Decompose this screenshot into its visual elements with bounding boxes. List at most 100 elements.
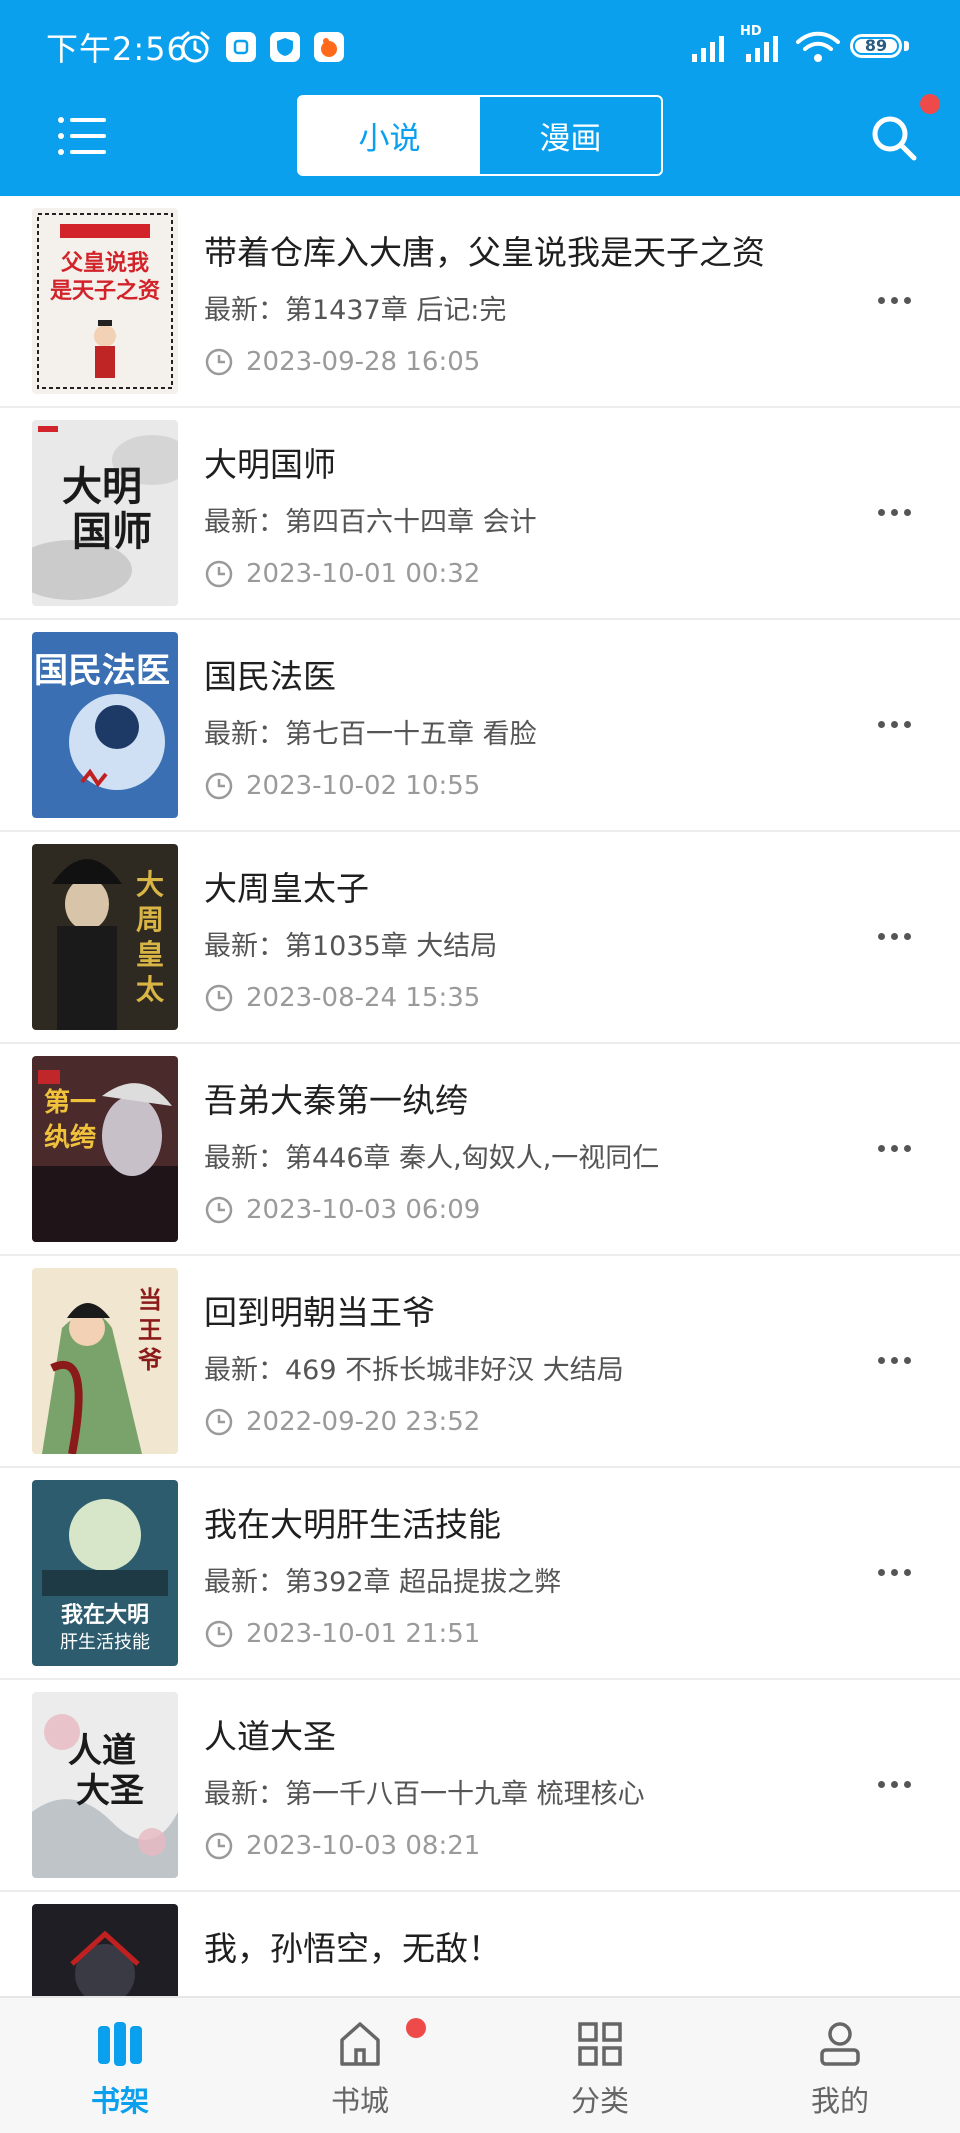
battery-tip xyxy=(904,41,909,51)
svg-text:人道: 人道 xyxy=(68,1731,136,1771)
more-options-icon[interactable] xyxy=(874,1136,914,1160)
book-latest-chapter: 最新：第四百六十四章 会计 xyxy=(204,507,537,538)
book-date: 2023-10-01 00:32 xyxy=(246,559,481,589)
signal-icon xyxy=(692,36,724,62)
nav-bookshelf[interactable]: 书架 xyxy=(0,1998,240,2133)
bookshelf-list: 父皇说我 是天子之资 带着仓库入大唐，父皇说我是天子之资 最新：第1437章 后… xyxy=(0,196,960,1996)
book-item[interactable]: 国民法医 国民法医 最新：第七百一十五章 看脸 2023-10-02 10:55 xyxy=(0,620,960,832)
shield-app-icon xyxy=(270,32,300,62)
book-update-time: 2023-09-28 16:05 xyxy=(204,344,480,380)
svg-text:我在大明: 我在大明 xyxy=(61,1602,149,1628)
clock-icon xyxy=(205,772,233,800)
nav-label: 分类 xyxy=(570,2084,629,2118)
search-icon[interactable] xyxy=(868,112,920,164)
book-cover[interactable]: 父皇说我 是天子之资 xyxy=(32,208,178,394)
book-title: 回到明朝当王爷 xyxy=(204,1293,435,1332)
status-bar: 下午2:56 HD 89 xyxy=(0,0,960,92)
book-update-time: 2023-08-24 15:35 xyxy=(204,980,480,1016)
book-item[interactable]: 当 王 爷 回到明朝当王爷 最新：469 不拆长城非好汉 大结局 2022-09… xyxy=(0,1256,960,1468)
book-latest-chapter: 最新：469 不拆长城非好汉 大结局 xyxy=(204,1355,624,1386)
more-options-icon[interactable] xyxy=(874,1348,914,1372)
more-options-icon[interactable] xyxy=(874,712,914,736)
book-date: 2023-10-03 06:09 xyxy=(246,1195,481,1225)
book-item[interactable]: 大明 国师 大明国师 最新：第四百六十四章 会计 2023-10-01 00:3… xyxy=(0,408,960,620)
book-item[interactable]: 父皇说我 是天子之资 带着仓库入大唐，父皇说我是天子之资 最新：第1437章 后… xyxy=(0,196,960,408)
tab-comic[interactable]: 漫画 xyxy=(480,97,661,174)
book-cover[interactable]: 大明 国师 xyxy=(32,420,178,606)
book-latest-chapter: 最新：第1437章 后记:完 xyxy=(204,295,507,326)
svg-text:周: 周 xyxy=(136,903,164,936)
book-date: 2023-10-02 10:55 xyxy=(246,771,481,801)
book-latest-chapter: 最新：第1035章 大结局 xyxy=(204,931,498,962)
book-cover[interactable] xyxy=(32,1904,178,1996)
book-update-time: 2023-10-02 10:55 xyxy=(204,768,480,804)
book-title: 我在大明肝生活技能 xyxy=(204,1505,501,1544)
book-cover[interactable]: 当 王 爷 xyxy=(32,1268,178,1454)
book-title: 大周皇太子 xyxy=(204,869,369,908)
book-update-time: 2023-10-01 21:51 xyxy=(204,1616,480,1652)
book-item[interactable]: 我在大明 肝生活技能 我在大明肝生活技能 最新：第392章 超品提拔之弊 202… xyxy=(0,1468,960,1680)
book-cover[interactable]: 人道 大圣 xyxy=(32,1692,178,1878)
home-icon xyxy=(340,2022,380,2066)
more-options-icon[interactable] xyxy=(874,1772,914,1796)
svg-text:当: 当 xyxy=(138,1285,162,1314)
book-title: 大明国师 xyxy=(204,445,336,484)
clock-icon xyxy=(205,560,233,588)
book-title: 人道大圣 xyxy=(204,1717,336,1756)
user-icon xyxy=(820,2022,860,2066)
book-title: 带着仓库入大唐，父皇说我是天子之资 xyxy=(204,233,765,272)
book-item[interactable]: 第一 纨绔 吾弟大秦第一纨绔 最新：第446章 秦人,匈奴人,一视同仁 2023… xyxy=(0,1044,960,1256)
book-update-time: 2023-10-03 08:21 xyxy=(204,1828,480,1864)
book-cover[interactable]: 国民法医 xyxy=(32,632,178,818)
clock-icon xyxy=(205,1196,233,1224)
more-options-icon[interactable] xyxy=(874,1560,914,1584)
more-options-icon[interactable] xyxy=(874,500,914,524)
book-cover[interactable]: 大 周 皇 太 xyxy=(32,844,178,1030)
book-cover[interactable]: 我在大明 肝生活技能 xyxy=(32,1480,178,1666)
more-options-icon[interactable] xyxy=(874,288,914,312)
bookshelf-icon xyxy=(98,2022,142,2066)
book-date: 2022-09-20 23:52 xyxy=(246,1407,481,1437)
book-date: 2023-08-24 15:35 xyxy=(246,983,481,1013)
tab-novel[interactable]: 小说 xyxy=(299,97,480,174)
book-date: 2023-10-01 21:51 xyxy=(246,1619,481,1649)
book-date: 2023-10-03 08:21 xyxy=(246,1831,481,1861)
battery-level: 89 xyxy=(864,36,888,55)
book-item[interactable]: 人道 大圣 人道大圣 最新：第一千八百一十九章 梳理核心 2023-10-03 … xyxy=(0,1680,960,1892)
svg-text:父皇说我: 父皇说我 xyxy=(61,250,149,276)
clock-icon xyxy=(205,1620,233,1648)
book-latest-chapter: 最新：第446章 秦人,匈奴人,一视同仁 xyxy=(204,1143,660,1174)
nav-label: 书城 xyxy=(330,2084,389,2118)
book-update-time: 2022-09-20 23:52 xyxy=(204,1404,480,1440)
book-cover[interactable]: 第一 纨绔 xyxy=(32,1056,178,1242)
nav-label: 我的 xyxy=(810,2084,869,2118)
bottom-navigation: 书架 书城 分类 我的 xyxy=(0,1996,960,2133)
more-options-icon[interactable] xyxy=(874,924,914,948)
clock-icon xyxy=(205,348,233,376)
book-title: 吾弟大秦第一纨绔 xyxy=(204,1081,468,1120)
svg-text:国师: 国师 xyxy=(72,508,152,555)
book-item[interactable]: 我，孙悟空，无敌！ xyxy=(0,1892,960,1996)
svg-text:纨绔: 纨绔 xyxy=(44,1122,96,1153)
content-type-tabs: 小说 漫画 xyxy=(297,95,663,176)
nav-label: 书架 xyxy=(90,2084,149,2118)
svg-text:国民法医: 国民法医 xyxy=(34,651,170,691)
menu-icon[interactable] xyxy=(58,116,106,156)
nav-bookstore[interactable]: 书城 xyxy=(240,1998,480,2133)
svg-text:皇: 皇 xyxy=(136,938,164,971)
book-update-time: 2023-10-03 06:09 xyxy=(204,1192,480,1228)
nav-category[interactable]: 分类 xyxy=(480,1998,720,2133)
alarm-icon xyxy=(180,31,210,63)
book-latest-chapter: 最新：第一千八百一十九章 梳理核心 xyxy=(204,1779,645,1810)
svg-text:太: 太 xyxy=(136,973,165,1006)
clock-icon xyxy=(205,984,233,1012)
book-date: 2023-09-28 16:05 xyxy=(246,347,481,377)
svg-text:第一: 第一 xyxy=(44,1087,96,1118)
status-time: 下午2:56 xyxy=(46,30,188,68)
signal-hd-icon xyxy=(746,36,778,62)
book-item[interactable]: 大 周 皇 太 大周皇太子 最新：第1035章 大结局 2023-08-24 1… xyxy=(0,832,960,1044)
nav-profile[interactable]: 我的 xyxy=(720,1998,960,2133)
app-header: 下午2:56 HD 89 小说 漫画 xyxy=(0,0,960,196)
book-title: 我，孙悟空，无敌！ xyxy=(204,1929,501,1968)
clock-icon xyxy=(205,1832,233,1860)
